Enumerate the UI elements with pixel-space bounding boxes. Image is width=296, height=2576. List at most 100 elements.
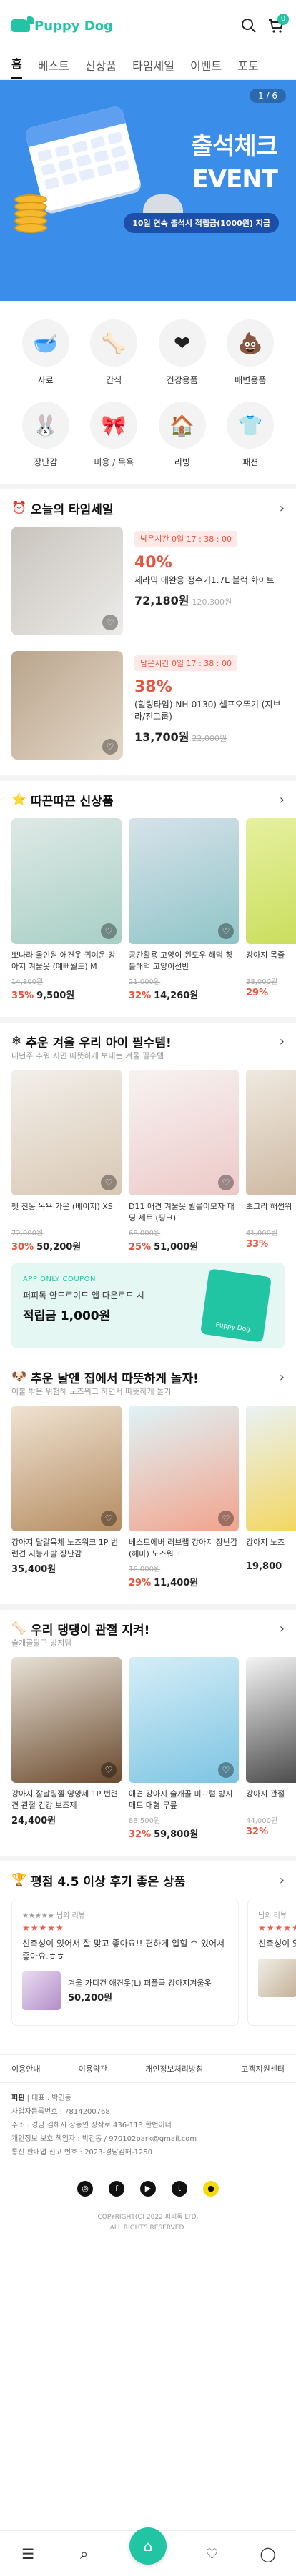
star-icon: ⭐ — [11, 792, 27, 807]
chevron-right-icon[interactable]: › — [280, 792, 285, 807]
chevron-right-icon[interactable]: › — [280, 1621, 285, 1636]
review-card[interactable]: 님의 리뷰 ★★★★★ 신축성이 있어서 편하게 입힐 수 — [247, 1899, 296, 2026]
original-price: 21,000원 — [129, 978, 161, 986]
bowl-icon: 🥣 — [21, 319, 69, 367]
youtube-icon[interactable]: ▶ — [140, 2181, 156, 2197]
heart-icon[interactable]: ♡ — [101, 923, 117, 939]
product-price: 51,000원 — [154, 1242, 199, 1253]
logo[interactable]: Puppy Dog — [11, 16, 113, 34]
product-card[interactable]: 뽀그리 해썬워 41,000원 33% — [246, 1070, 296, 1253]
twitter-icon[interactable]: t — [172, 2181, 187, 2197]
tab-event[interactable]: 이벤트 — [190, 56, 222, 79]
product-card[interactable]: ♡ 뽀나라 올인원 애견옷 귀여운 강아지 겨울옷 (예뻐월드) M 14,80… — [11, 818, 122, 1001]
heart-icon[interactable]: ♡ — [102, 739, 118, 755]
heart-icon[interactable]: ♡ — [218, 1511, 234, 1526]
product-image — [246, 818, 296, 944]
chevron-right-icon[interactable]: › — [280, 501, 285, 516]
reviews-row: ★★★★★ 님의 리뷰 ★★★★★ 신축성이 있어서 잘 맞고 좋아요!! 편하… — [0, 1899, 296, 2026]
instagram-icon[interactable]: ◎ — [77, 2181, 93, 2197]
category-toilet[interactable]: 💩 배변용품 — [217, 319, 285, 386]
discount-percent: 35% — [11, 990, 34, 1001]
banner-title: 출석체크 EVENT — [190, 132, 278, 194]
search-icon[interactable]: ⌕ — [74, 2543, 95, 2565]
event-banner[interactable]: 1 / 6 출석체크 EVENT 10일 연속 출석시 적립금(1000원) 지… — [0, 80, 296, 301]
user-icon[interactable]: ◯ — [257, 2543, 279, 2565]
chevron-right-icon[interactable]: › — [280, 1370, 285, 1385]
product-price: 59,800원 — [154, 1829, 199, 1840]
search-icon[interactable] — [240, 17, 257, 34]
category-living[interactable]: 🏠 리빙 — [148, 402, 217, 468]
indoor-row: ♡ 강아지 달걀육체 노즈워크 1P 번련견 지능개발 장난감 35,400원 … — [0, 1406, 296, 1588]
product-price: 13,700원 — [134, 730, 189, 744]
tab-home[interactable]: 홈 — [11, 54, 22, 79]
product-price: 14,260원 — [154, 990, 199, 1001]
product-image: ♡ — [129, 1657, 239, 1783]
app-coupon-banner[interactable]: APP ONLY COUPON 퍼피독 안드로이드 앱 다운로드 시 적립금 1… — [11, 1263, 285, 1348]
footer-link-privacy[interactable]: 개인정보처리방침 — [145, 2063, 203, 2074]
tab-photo[interactable]: 포토 — [237, 56, 258, 79]
product-card[interactable]: ♡ 공간활용 고양이 윈도우 해먹 창틀해먹 고양이선반 21,000원 32%… — [129, 818, 239, 1001]
product-price: 50,200원 — [36, 1242, 82, 1253]
cart-icon[interactable]: 0 — [267, 14, 289, 34]
product-name: 뽀그리 해썬워 — [246, 1202, 292, 1211]
heart-icon[interactable]: ♡ — [102, 615, 118, 630]
app-header: Puppy Dog 0 — [0, 0, 296, 51]
review-text: 신축성이 있어서 편하게 입힐 수 — [258, 1939, 296, 1949]
category-food[interactable]: 🥣 사료 — [11, 319, 80, 386]
product-thumbnail — [22, 1971, 61, 2010]
tab-new[interactable]: 신상품 — [85, 56, 117, 79]
menu-icon[interactable]: ☰ — [17, 2543, 39, 2565]
trophy-icon: 🏆 — [11, 1873, 27, 1887]
heart-icon[interactable]: ♡ — [101, 1762, 117, 1778]
product-card[interactable]: ♡ 애견 강아지 슬개골 미끄럼 방지 매트 대형 무릎 88,500원 32%… — [129, 1657, 239, 1840]
discount-percent: 38% — [134, 678, 172, 696]
timesale-item[interactable]: ♡ 남은시간 0일 17 : 38 : 00 40% 세라믹 애완용 정수기1.… — [0, 527, 296, 651]
chevron-right-icon[interactable]: › — [280, 1873, 285, 1888]
product-price: 11,400원 — [154, 1578, 199, 1588]
reviews-header[interactable]: 🏆 평점 4.5 이상 후기 좋은 상품 › — [0, 1861, 296, 1899]
product-name: 겨울 가디건 애견옷(L) 퍼플쿡 강아지겨울옷 — [68, 1979, 212, 1988]
product-card[interactable]: 강아지 목줄 38,000원 29% — [246, 818, 296, 1001]
bone-icon: 🦴 — [11, 1621, 27, 1636]
discount-percent: 29% — [246, 988, 269, 998]
heart-icon[interactable]: ♡ — [218, 1762, 234, 1778]
review-user: 님의 리뷰 — [258, 1912, 287, 1920]
product-image: ♡ — [11, 1070, 122, 1195]
heart-icon[interactable]: ♡ — [218, 923, 234, 939]
category-health[interactable]: ❤ 건강용품 — [148, 319, 217, 386]
kakao-icon[interactable]: ● — [203, 2181, 219, 2197]
product-card[interactable]: ♡ 강아지 잘날링젤 영양제 1P 번련견 관절 건강 보조제 24,400원 — [11, 1657, 122, 1840]
category-grooming[interactable]: 🎀 미용 / 목욕 — [80, 402, 149, 468]
product-card[interactable]: 강아지 관절 44,000원 32% — [246, 1657, 296, 1840]
review-card[interactable]: ★★★★★ 님의 리뷰 ★★★★★ 신축성이 있어서 잘 맞고 좋아요!! 편하… — [11, 1899, 239, 2026]
coupon-card-illustration: Puppy Dog — [200, 1268, 272, 1343]
product-card[interactable]: ♡ 펫 진동 목욕 가운 (베이지) XS 72,000원 30% 50,200원 — [11, 1070, 122, 1253]
tab-timesale[interactable]: 타임세일 — [132, 56, 174, 79]
timesale-header[interactable]: ⏰ 오늘의 타임세일 › — [0, 489, 296, 527]
category-fashion[interactable]: 👕 패션 — [217, 402, 285, 468]
heart-icon[interactable]: ♡ — [101, 1511, 117, 1526]
original-price: 68,000원 — [129, 1230, 161, 1238]
category-toy[interactable]: 🐰 장난감 — [11, 402, 80, 468]
product-card[interactable]: ♡ 강아지 달걀육체 노즈워크 1P 번련견 지능개발 장난감 35,400원 — [11, 1406, 122, 1588]
product-card[interactable]: ♡ D11 애견 겨울옷 퀼롤이모자 패딩 세트 (핑크) 68,000원 25… — [129, 1070, 239, 1253]
product-name: 강아지 노즈 — [246, 1538, 285, 1547]
category-snack[interactable]: 🦴 간식 — [80, 319, 149, 386]
snowflake-icon: ❄ — [11, 1034, 22, 1048]
heart-icon[interactable]: ♡ — [218, 1175, 234, 1190]
product-price: 9,500원 — [36, 990, 75, 1001]
product-card[interactable]: 강아지 노즈 19,800 — [246, 1406, 296, 1588]
timesale-item[interactable]: ♡ 남은시간 0일 17 : 38 : 00 38% (힐링타임) NH-013… — [0, 651, 296, 775]
heart-icon[interactable]: ♡ — [201, 2543, 222, 2565]
footer-link-support[interactable]: 고객지원센터 — [241, 2063, 285, 2074]
new-products-header[interactable]: ⭐ 따끈따끈 신상품 › — [0, 781, 296, 818]
heart-icon[interactable]: ♡ — [101, 1175, 117, 1190]
tab-best[interactable]: 베스트 — [38, 56, 69, 79]
facebook-icon[interactable]: f — [109, 2181, 124, 2197]
footer-link-terms[interactable]: 이용약관 — [79, 2063, 107, 2074]
footer-link-guide[interactable]: 이용안내 — [11, 2063, 40, 2074]
chevron-right-icon[interactable]: › — [280, 1034, 285, 1049]
product-card[interactable]: ♡ 베스트에버 러브랩 강아지 장난감(해마) 노즈워크 16,000원 29%… — [129, 1406, 239, 1588]
home-icon[interactable]: ⌂ — [129, 2527, 167, 2565]
product-image: ♡ — [11, 651, 123, 760]
